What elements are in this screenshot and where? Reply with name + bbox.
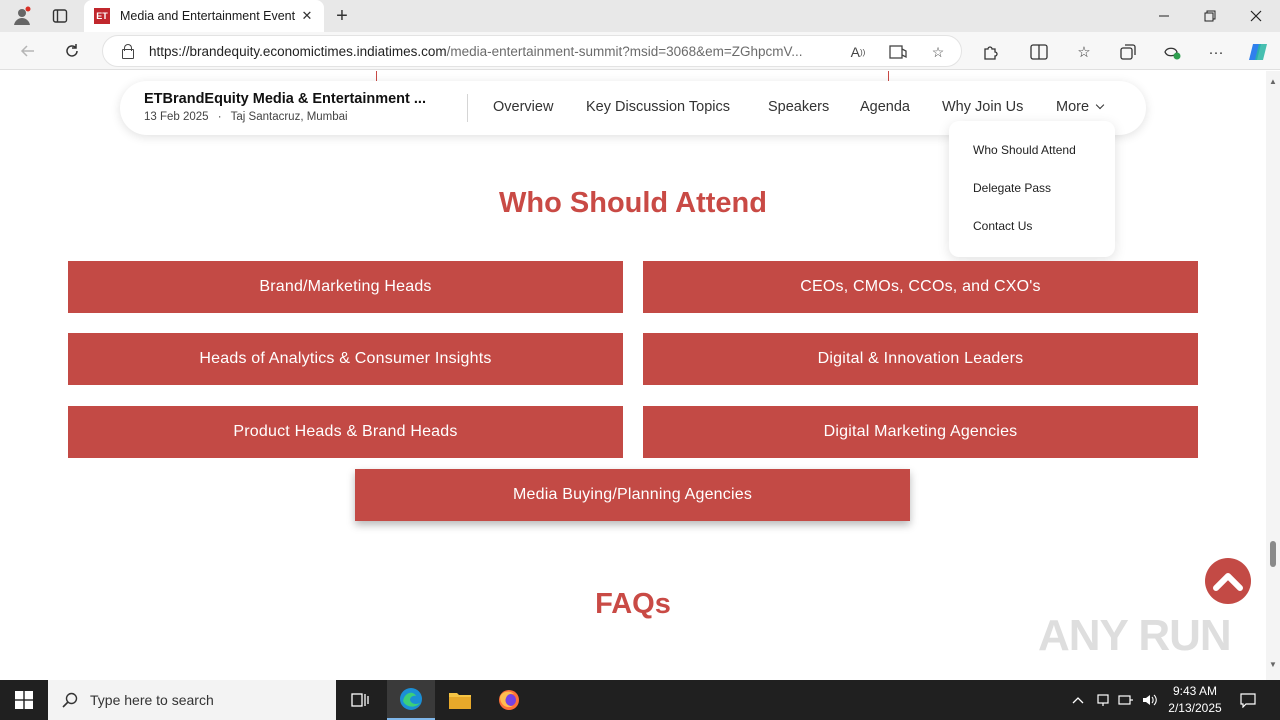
chevron-down-icon xyxy=(1095,100,1105,110)
favorite-star-icon[interactable]: ☆ xyxy=(927,41,949,63)
clock-time: 9:43 AM xyxy=(1172,684,1218,698)
browser-toolbar: https://brandequity.economictimes.indiat… xyxy=(0,32,1280,70)
nav-link-agenda[interactable]: Agenda xyxy=(860,99,910,115)
nav-link-why-join-us[interactable]: Why Join Us xyxy=(942,99,1023,115)
attendee-card: CEOs, CMOs, CCOs, and CXO's xyxy=(643,261,1198,313)
ethernet-icon[interactable] xyxy=(1117,680,1135,720)
scrollbar-thumb[interactable] xyxy=(1270,541,1276,567)
search-icon xyxy=(62,692,78,708)
address-bar[interactable]: https://brandequity.economictimes.indiat… xyxy=(102,35,962,67)
page-viewport: ETBrandEquity Media & Entertainment ... … xyxy=(0,71,1280,680)
read-aloud-icon[interactable]: A)) xyxy=(847,41,869,63)
event-date: 13 Feb 2025 xyxy=(144,111,209,123)
windows-start-icon[interactable] xyxy=(0,680,48,720)
tab-media-entertainment[interactable]: ET Media and Entertainment Event | ✕ xyxy=(84,0,324,32)
timeline-line-left xyxy=(376,71,377,81)
tray-chevron-up-icon[interactable] xyxy=(1068,680,1088,720)
windows-taskbar: Type here to search 9:43 AM 2/13/2025 xyxy=(0,680,1280,720)
lock-icon[interactable] xyxy=(119,43,135,59)
tab-title: Media and Entertainment Event | xyxy=(120,9,298,23)
extensions-icon[interactable] xyxy=(979,40,1003,64)
scroll-to-top-button[interactable] xyxy=(1205,558,1251,604)
more-options-icon[interactable]: ··· xyxy=(1204,40,1228,64)
anyrun-watermark: ANY RUN xyxy=(1038,611,1232,660)
nav-link-more-label: More xyxy=(1056,99,1090,115)
attendee-card: Media Buying/Planning Agencies xyxy=(355,469,910,521)
event-venue: Taj Santacruz, Mumbai xyxy=(230,111,348,123)
attendee-card: Product Heads & Brand Heads xyxy=(68,406,623,458)
minimize-icon[interactable] xyxy=(1141,0,1187,32)
clock-date: 2/13/2025 xyxy=(1168,701,1222,715)
new-tab-icon[interactable]: + xyxy=(330,4,354,28)
attendee-card: Heads of Analytics & Consumer Insights xyxy=(68,333,623,385)
restore-icon[interactable] xyxy=(1187,0,1233,32)
volume-icon[interactable] xyxy=(1141,680,1159,720)
nav-divider xyxy=(467,94,468,122)
chevron-up-icon xyxy=(1213,573,1243,591)
page-scrollbar[interactable]: ▲ ▼ xyxy=(1266,71,1280,680)
notifications-icon[interactable] xyxy=(1236,680,1260,720)
profile-icon[interactable] xyxy=(10,4,34,28)
url-text: https://brandequity.economictimes.indiat… xyxy=(149,44,839,59)
performance-icon[interactable] xyxy=(1160,40,1184,64)
close-window-icon[interactable] xyxy=(1233,0,1279,32)
et-favicon-icon: ET xyxy=(94,8,110,24)
attendee-card: Digital Marketing Agencies xyxy=(643,406,1198,458)
close-tab-icon[interactable]: ✕ xyxy=(298,7,316,25)
browser-title-bar: ET Media and Entertainment Event | ✕ + xyxy=(0,0,1280,32)
back-arrow-icon[interactable] xyxy=(14,37,42,65)
dropdown-item-contact-us[interactable]: Contact Us xyxy=(973,219,1032,233)
favorites-icon[interactable]: ☆ xyxy=(1072,40,1096,64)
event-meta: 13 Feb 2025 · Taj Santacruz, Mumbai xyxy=(144,111,348,123)
taskbar-clock[interactable]: 9:43 AM 2/13/2025 xyxy=(1162,683,1228,717)
nav-link-key-discussion-topics[interactable]: Key Discussion Topics xyxy=(586,99,730,115)
task-view-icon[interactable] xyxy=(336,680,384,720)
who-should-attend-heading: Who Should Attend xyxy=(499,187,767,219)
file-explorer-icon[interactable] xyxy=(436,680,484,720)
copilot-icon[interactable] xyxy=(1246,40,1270,64)
timeline-line-right xyxy=(888,71,889,81)
scroll-up-arrow-icon[interactable]: ▲ xyxy=(1269,77,1277,86)
scroll-down-arrow-icon[interactable]: ▼ xyxy=(1269,660,1277,669)
event-title[interactable]: ETBrandEquity Media & Entertainment ... xyxy=(144,91,426,107)
nav-link-speakers[interactable]: Speakers xyxy=(768,99,829,115)
nav-link-more[interactable]: More xyxy=(1056,99,1105,115)
refresh-icon[interactable] xyxy=(58,37,86,65)
attendee-card: Brand/Marketing Heads xyxy=(68,261,623,313)
taskbar-search-box[interactable]: Type here to search xyxy=(48,680,336,720)
attendee-card: Digital & Innovation Leaders xyxy=(643,333,1198,385)
url-path: /media-entertainment-summit?msid=3068&em… xyxy=(446,43,803,59)
collections-icon[interactable] xyxy=(1116,40,1140,64)
dropdown-item-who-should-attend[interactable]: Who Should Attend xyxy=(973,143,1076,157)
nav-link-overview[interactable]: Overview xyxy=(493,99,553,115)
immersive-reader-icon[interactable] xyxy=(887,41,909,63)
tab-actions-icon[interactable] xyxy=(48,4,72,28)
network-icon[interactable] xyxy=(1094,680,1112,720)
edge-taskbar-icon[interactable] xyxy=(387,680,435,720)
taskbar-search-placeholder: Type here to search xyxy=(90,692,214,708)
url-host: https://brandequity.economictimes.indiat… xyxy=(149,43,447,59)
split-screen-icon[interactable] xyxy=(1027,40,1051,64)
firefox-icon[interactable] xyxy=(485,680,533,720)
